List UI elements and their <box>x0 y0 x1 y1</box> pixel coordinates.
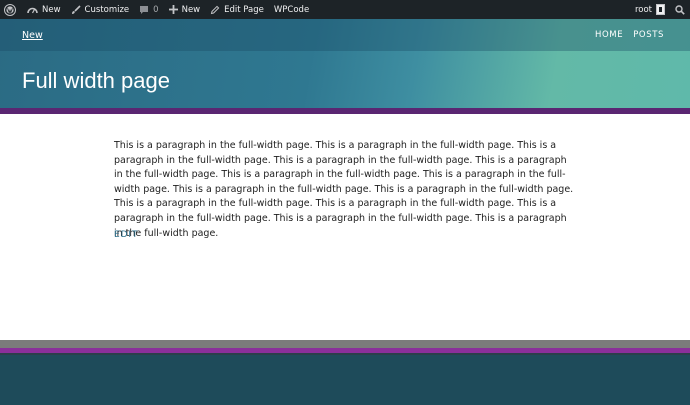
admin-bar-right: root <box>630 0 690 19</box>
dashboard-icon <box>27 7 38 13</box>
admin-bar-site-new[interactable]: New <box>22 0 66 19</box>
admin-bar-new-content[interactable]: New <box>164 0 206 19</box>
admin-bar-search[interactable] <box>670 0 690 19</box>
admin-bar-edit-page[interactable]: Edit Page <box>205 0 269 19</box>
admin-bar-account[interactable]: root <box>630 0 670 19</box>
primary-navigation: HOME POSTS <box>595 30 664 40</box>
brush-icon <box>71 4 81 14</box>
search-icon <box>675 4 685 15</box>
admin-bar-wpcode[interactable]: WPCode <box>269 0 314 19</box>
admin-bar: New Customize 0 New Edit Page WPCode roo… <box>0 0 690 19</box>
admin-bar-left: New Customize 0 New Edit Page WPCode <box>0 0 314 19</box>
header-divider-stripe <box>0 108 690 114</box>
admin-bar-customize-label: Customize <box>84 4 130 15</box>
nav-item-posts[interactable]: POSTS <box>633 30 664 40</box>
admin-bar-site-label: New <box>42 4 61 15</box>
wordpress-logo-icon <box>4 3 16 16</box>
admin-bar-edit-page-label: Edit Page <box>224 4 264 15</box>
pencil-icon <box>210 5 220 14</box>
admin-bar-wpcode-label: WPCode <box>273 4 310 15</box>
avatar <box>656 4 665 15</box>
admin-bar-customize[interactable]: Customize <box>66 0 135 19</box>
footer-gray-band <box>0 340 690 348</box>
wordpress-logo-button[interactable] <box>0 0 22 19</box>
page-content-paragraph: This is a paragraph in the full-width pa… <box>114 140 574 239</box>
admin-bar-comments-count: 0 <box>153 4 159 15</box>
plus-icon <box>168 5 178 14</box>
header-top-band <box>0 19 690 51</box>
admin-bar-new-label: New <box>181 4 201 15</box>
admin-bar-username: root <box>634 4 652 15</box>
page-title: Full width page <box>22 68 170 93</box>
site-footer <box>0 355 690 405</box>
nav-item-home[interactable]: HOME <box>595 30 623 40</box>
comment-icon <box>140 5 149 14</box>
site-title-link[interactable]: New <box>22 30 43 41</box>
edit-link[interactable]: EDIT <box>114 230 138 240</box>
site-header: New HOME POSTS Full width page <box>0 19 690 108</box>
admin-bar-comments[interactable]: 0 <box>134 0 163 19</box>
